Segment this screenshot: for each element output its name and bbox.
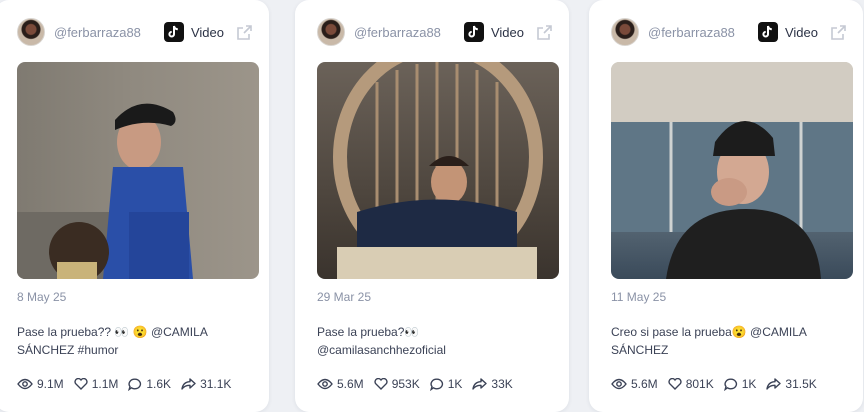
external-link-icon[interactable] [236, 24, 253, 41]
avatar[interactable] [317, 18, 345, 46]
likes-count: 1.1M [91, 377, 119, 391]
tiktok-icon [163, 22, 184, 42]
external-link-icon[interactable] [830, 24, 847, 41]
heart-icon [374, 378, 388, 390]
post-stats: 9.1M 1.1M 1.6K 31.1K [17, 377, 241, 391]
shares-count: 31.5K [785, 377, 817, 391]
views-stat: 5.6M [317, 377, 364, 391]
share-icon [181, 378, 196, 390]
likes-count: 801K [685, 377, 714, 391]
eye-icon [317, 378, 333, 390]
post-date: 11 May 25 [611, 290, 667, 304]
post-header: @ferbarraza88 Video [317, 17, 553, 47]
eye-icon [17, 378, 33, 390]
post-date: 8 May 25 [17, 290, 67, 304]
username[interactable]: @ferbarraza88 [648, 25, 758, 40]
likes-stat: 801K [668, 377, 714, 391]
video-thumbnail[interactable] [317, 62, 559, 279]
comments-count: 1.6K [146, 377, 172, 391]
likes-stat: 1.1M [74, 377, 119, 391]
post-caption: Pase la prueba?? 👀 😮 @CAMILA SÁNCHEZ #hu… [17, 325, 208, 357]
comments-stat: 1K [723, 377, 757, 391]
eye-icon [611, 378, 627, 390]
shares-stat: 31.1K [181, 377, 231, 391]
platform-label: Video [490, 24, 524, 40]
post-header: @ferbarraza88 Video [611, 17, 847, 47]
views-count: 5.6M [337, 377, 364, 391]
likes-count: 953K [391, 377, 420, 391]
comments-stat: 1.6K [128, 377, 171, 391]
views-stat: 5.6M [611, 377, 658, 391]
views-count: 9.1M [37, 377, 64, 391]
shares-count: 31.1K [200, 377, 232, 391]
tiktok-icon [757, 22, 778, 42]
video-thumbnail[interactable] [611, 62, 853, 279]
post-card[interactable]: @ferbarraza88 Video 29 Mar 25 Pase la pr… [295, 0, 569, 412]
post-caption: Creo si pase la prueba😮 @CAMILA SÁNCHEZ [611, 325, 807, 357]
comments-count: 1K [741, 377, 757, 391]
post-caption: Pase la prueba?👀 @camilasanchhezoficial [317, 325, 446, 357]
shares-stat: 33K [472, 377, 513, 391]
shares-stat: 31.5K [766, 377, 817, 391]
comment-icon [128, 378, 142, 391]
post-card[interactable]: @ferbarraza88 Video 11 May 25 Creo si pa… [589, 0, 863, 412]
heart-icon [74, 378, 88, 390]
shares-count: 33K [491, 377, 513, 391]
external-link-icon[interactable] [536, 24, 553, 41]
post-header: @ferbarraza88 Video [17, 17, 253, 47]
comments-stat: 1K [429, 377, 463, 391]
share-icon [472, 378, 488, 390]
platform-label: Video [190, 24, 224, 40]
heart-icon [668, 378, 682, 390]
avatar[interactable] [17, 18, 45, 46]
post-stats: 5.6M 953K 1K 33K [317, 377, 523, 391]
avatar[interactable] [611, 18, 639, 46]
post-date: 29 Mar 25 [317, 290, 372, 304]
views-count: 5.6M [631, 377, 658, 391]
share-icon [766, 378, 782, 390]
video-thumbnail[interactable] [17, 62, 259, 279]
username[interactable]: @ferbarraza88 [54, 25, 164, 40]
comment-icon [723, 378, 737, 391]
comment-icon [429, 378, 443, 391]
tiktok-icon [463, 22, 484, 42]
username[interactable]: @ferbarraza88 [354, 25, 464, 40]
views-stat: 9.1M [17, 377, 64, 391]
comments-count: 1K [447, 377, 463, 391]
likes-stat: 953K [374, 377, 420, 391]
platform-label: Video [784, 24, 818, 40]
post-stats: 5.6M 801K 1K 31.5K [611, 377, 827, 391]
post-card[interactable]: @ferbarraza88 Video 8 May 25 Pase la pru… [0, 0, 269, 412]
